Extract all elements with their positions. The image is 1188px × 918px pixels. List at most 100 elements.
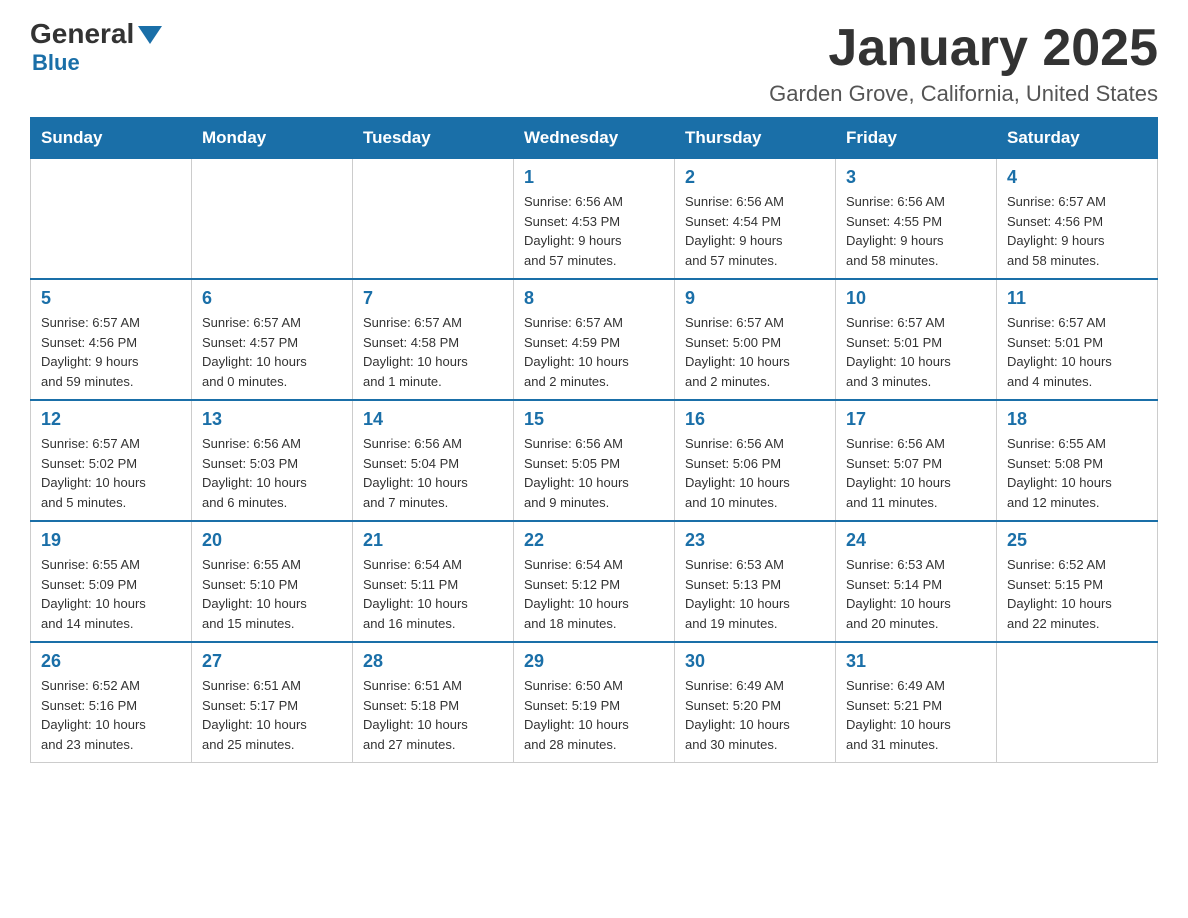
day-number: 13 <box>202 409 342 430</box>
day-info: Sunrise: 6:56 AMSunset: 5:06 PMDaylight:… <box>685 434 825 512</box>
calendar-day-6: 6 Sunrise: 6:57 AMSunset: 4:57 PMDaylight… <box>192 279 353 400</box>
calendar-day-28: 28 Sunrise: 6:51 AMSunset: 5:18 PMDayligh… <box>353 642 514 763</box>
day-number: 24 <box>846 530 986 551</box>
calendar-day-12: 12 Sunrise: 6:57 AMSunset: 5:02 PMDayligh… <box>31 400 192 521</box>
calendar-empty-cell <box>353 159 514 280</box>
calendar-day-9: 9Sunrise: 6:57 AMSunset: 5:00 PMDaylight… <box>675 279 836 400</box>
day-number: 26 <box>41 651 181 672</box>
calendar-day-1: 1 Sunrise: 6:56 AMSunset: 4:53 PMDaylight… <box>514 159 675 280</box>
calendar-day-17: 17 Sunrise: 6:56 AMSunset: 5:07 PMDayligh… <box>836 400 997 521</box>
day-info: Sunrise: 6:52 AMSunset: 5:16 PMDaylight:… <box>41 676 181 754</box>
day-number: 10 <box>846 288 986 309</box>
calendar-day-27: 27 Sunrise: 6:51 AMSunset: 5:17 PMDayligh… <box>192 642 353 763</box>
day-number: 14 <box>363 409 503 430</box>
calendar-day-7: 7 Sunrise: 6:57 AMSunset: 4:58 PMDaylight… <box>353 279 514 400</box>
day-info: Sunrise: 6:49 AMSunset: 5:20 PMDaylight:… <box>685 676 825 754</box>
day-number: 16 <box>685 409 825 430</box>
calendar-day-14: 14 Sunrise: 6:56 AMSunset: 5:04 PMDayligh… <box>353 400 514 521</box>
day-number: 23 <box>685 530 825 551</box>
day-number: 21 <box>363 530 503 551</box>
logo: General Blue <box>30 20 162 76</box>
day-info: Sunrise: 6:57 AMSunset: 4:56 PMDaylight:… <box>1007 192 1147 270</box>
day-info: Sunrise: 6:51 AMSunset: 5:17 PMDaylight:… <box>202 676 342 754</box>
day-info: Sunrise: 6:53 AMSunset: 5:13 PMDaylight:… <box>685 555 825 633</box>
day-info: Sunrise: 6:56 AMSunset: 4:53 PMDaylight:… <box>524 192 664 270</box>
day-number: 7 <box>363 288 503 309</box>
title-section: January 2025 Garden Grove, California, U… <box>769 20 1158 107</box>
calendar-day-30: 30 Sunrise: 6:49 AMSunset: 5:20 PMDayligh… <box>675 642 836 763</box>
calendar-header-row: SundayMondayTuesdayWednesdayThursdayFrid… <box>31 118 1158 159</box>
month-title: January 2025 <box>769 20 1158 77</box>
day-number: 4 <box>1007 167 1147 188</box>
calendar-week-row: 1 Sunrise: 6:56 AMSunset: 4:53 PMDaylight… <box>31 159 1158 280</box>
day-info: Sunrise: 6:49 AMSunset: 5:21 PMDaylight:… <box>846 676 986 754</box>
day-number: 3 <box>846 167 986 188</box>
day-number: 1 <box>524 167 664 188</box>
day-number: 6 <box>202 288 342 309</box>
day-info: Sunrise: 6:55 AMSunset: 5:08 PMDaylight:… <box>1007 434 1147 512</box>
day-info: Sunrise: 6:57 AMSunset: 4:58 PMDaylight:… <box>363 313 503 391</box>
calendar-day-8: 8 Sunrise: 6:57 AMSunset: 4:59 PMDaylight… <box>514 279 675 400</box>
day-info: Sunrise: 6:57 AMSunset: 4:56 PMDaylight:… <box>41 313 181 391</box>
day-info: Sunrise: 6:57 AMSunset: 5:01 PMDaylight:… <box>1007 313 1147 391</box>
calendar-table: SundayMondayTuesdayWednesdayThursdayFrid… <box>30 117 1158 763</box>
calendar-day-20: 20Sunrise: 6:55 AMSunset: 5:10 PMDayligh… <box>192 521 353 642</box>
calendar-day-22: 22 Sunrise: 6:54 AMSunset: 5:12 PMDayligh… <box>514 521 675 642</box>
day-number: 20 <box>202 530 342 551</box>
day-info: Sunrise: 6:57 AMSunset: 5:00 PMDaylight:… <box>685 313 825 391</box>
calendar-week-row: 12 Sunrise: 6:57 AMSunset: 5:02 PMDayligh… <box>31 400 1158 521</box>
day-info: Sunrise: 6:57 AMSunset: 5:02 PMDaylight:… <box>41 434 181 512</box>
calendar-day-15: 15Sunrise: 6:56 AMSunset: 5:05 PMDayligh… <box>514 400 675 521</box>
day-info: Sunrise: 6:56 AMSunset: 4:55 PMDaylight:… <box>846 192 986 270</box>
day-number: 30 <box>685 651 825 672</box>
day-info: Sunrise: 6:57 AMSunset: 4:57 PMDaylight:… <box>202 313 342 391</box>
logo-general-text: General <box>30 20 134 48</box>
day-number: 22 <box>524 530 664 551</box>
calendar-day-13: 13 Sunrise: 6:56 AMSunset: 5:03 PMDayligh… <box>192 400 353 521</box>
day-number: 2 <box>685 167 825 188</box>
day-number: 5 <box>41 288 181 309</box>
day-info: Sunrise: 6:52 AMSunset: 5:15 PMDaylight:… <box>1007 555 1147 633</box>
calendar-day-4: 4 Sunrise: 6:57 AMSunset: 4:56 PMDaylight… <box>997 159 1158 280</box>
logo-arrow-icon <box>138 26 162 44</box>
day-info: Sunrise: 6:51 AMSunset: 5:18 PMDaylight:… <box>363 676 503 754</box>
day-number: 28 <box>363 651 503 672</box>
calendar-day-5: 5 Sunrise: 6:57 AMSunset: 4:56 PMDaylight… <box>31 279 192 400</box>
day-number: 17 <box>846 409 986 430</box>
day-info: Sunrise: 6:50 AMSunset: 5:19 PMDaylight:… <box>524 676 664 754</box>
calendar-day-16: 16 Sunrise: 6:56 AMSunset: 5:06 PMDayligh… <box>675 400 836 521</box>
calendar-week-row: 5 Sunrise: 6:57 AMSunset: 4:56 PMDaylight… <box>31 279 1158 400</box>
day-info: Sunrise: 6:56 AMSunset: 5:04 PMDaylight:… <box>363 434 503 512</box>
calendar-day-21: 21Sunrise: 6:54 AMSunset: 5:11 PMDayligh… <box>353 521 514 642</box>
day-number: 25 <box>1007 530 1147 551</box>
calendar-header-saturday: Saturday <box>997 118 1158 159</box>
calendar-week-row: 26 Sunrise: 6:52 AMSunset: 5:16 PMDayligh… <box>31 642 1158 763</box>
day-number: 12 <box>41 409 181 430</box>
calendar-day-29: 29Sunrise: 6:50 AMSunset: 5:19 PMDayligh… <box>514 642 675 763</box>
calendar-day-11: 11Sunrise: 6:57 AMSunset: 5:01 PMDayligh… <box>997 279 1158 400</box>
calendar-header-wednesday: Wednesday <box>514 118 675 159</box>
location-text: Garden Grove, California, United States <box>769 81 1158 107</box>
calendar-header-tuesday: Tuesday <box>353 118 514 159</box>
day-info: Sunrise: 6:56 AMSunset: 5:07 PMDaylight:… <box>846 434 986 512</box>
day-info: Sunrise: 6:57 AMSunset: 4:59 PMDaylight:… <box>524 313 664 391</box>
calendar-week-row: 19Sunrise: 6:55 AMSunset: 5:09 PMDayligh… <box>31 521 1158 642</box>
day-info: Sunrise: 6:56 AMSunset: 4:54 PMDaylight:… <box>685 192 825 270</box>
page-header: General Blue January 2025 Garden Grove, … <box>30 20 1158 107</box>
calendar-day-31: 31Sunrise: 6:49 AMSunset: 5:21 PMDayligh… <box>836 642 997 763</box>
logo-blue-text: Blue <box>32 50 80 76</box>
calendar-day-18: 18Sunrise: 6:55 AMSunset: 5:08 PMDayligh… <box>997 400 1158 521</box>
calendar-header-thursday: Thursday <box>675 118 836 159</box>
calendar-day-25: 25 Sunrise: 6:52 AMSunset: 5:15 PMDayligh… <box>997 521 1158 642</box>
calendar-day-26: 26 Sunrise: 6:52 AMSunset: 5:16 PMDayligh… <box>31 642 192 763</box>
calendar-header-monday: Monday <box>192 118 353 159</box>
day-info: Sunrise: 6:54 AMSunset: 5:12 PMDaylight:… <box>524 555 664 633</box>
day-info: Sunrise: 6:53 AMSunset: 5:14 PMDaylight:… <box>846 555 986 633</box>
day-number: 27 <box>202 651 342 672</box>
calendar-day-24: 24 Sunrise: 6:53 AMSunset: 5:14 PMDayligh… <box>836 521 997 642</box>
day-number: 8 <box>524 288 664 309</box>
calendar-day-19: 19Sunrise: 6:55 AMSunset: 5:09 PMDayligh… <box>31 521 192 642</box>
calendar-day-23: 23 Sunrise: 6:53 AMSunset: 5:13 PMDayligh… <box>675 521 836 642</box>
day-info: Sunrise: 6:56 AMSunset: 5:05 PMDaylight:… <box>524 434 664 512</box>
day-info: Sunrise: 6:56 AMSunset: 5:03 PMDaylight:… <box>202 434 342 512</box>
